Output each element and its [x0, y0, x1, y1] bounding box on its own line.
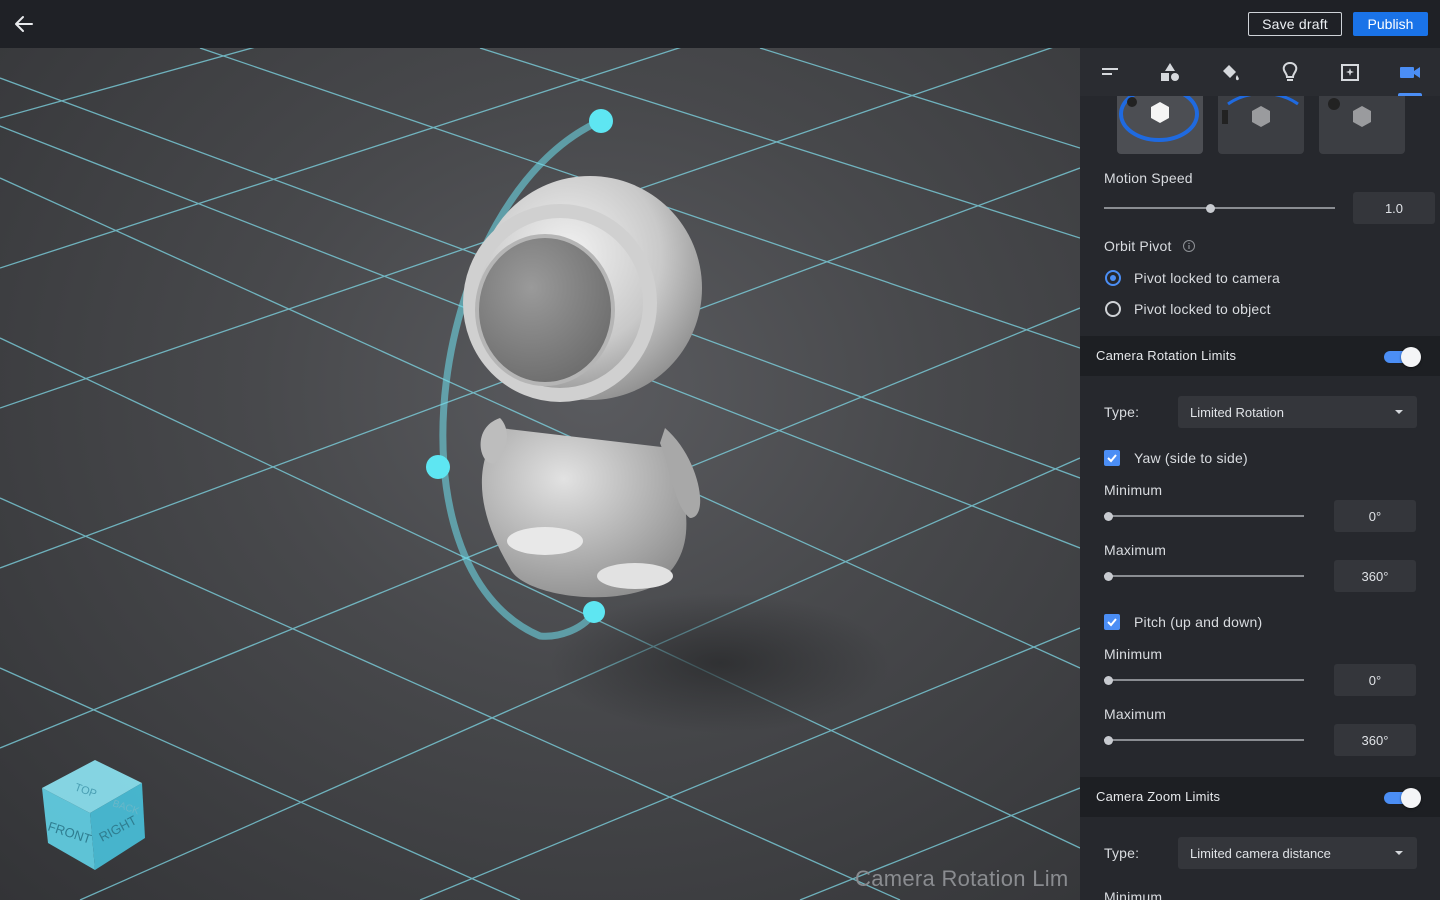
- pitch-max-label: Maximum: [1104, 706, 1167, 722]
- motion-speed-slider[interactable]: [1104, 203, 1335, 213]
- orbit-preset[interactable]: [1117, 96, 1203, 154]
- zoom-min-label: Minimum: [1104, 889, 1163, 900]
- light-bulb-icon: [1282, 61, 1298, 81]
- yaw-min-slider[interactable]: [1104, 511, 1304, 521]
- pitch-max-slider[interactable]: [1104, 735, 1304, 745]
- yaw-min-input[interactable]: 0°: [1334, 500, 1416, 532]
- slider-knob[interactable]: [1104, 571, 1113, 581]
- yaw-min-label: Minimum: [1104, 482, 1163, 498]
- rotation-limits-header: Camera Rotation Limits: [1080, 336, 1440, 376]
- slider-knob[interactable]: [1104, 675, 1113, 685]
- slider-knob[interactable]: [1104, 511, 1113, 521]
- paint-bucket-icon: [1223, 65, 1239, 81]
- pitch-max-input[interactable]: 360°: [1334, 724, 1416, 756]
- 3d-viewport[interactable]: TOP FRONT RIGHT BACK Camera Rotation Lim: [0, 48, 1080, 900]
- slider-knob[interactable]: [1206, 203, 1215, 213]
- yaw-max-slider[interactable]: [1104, 571, 1304, 581]
- zoom-limits-header: Camera Zoom Limits: [1080, 777, 1440, 817]
- zoom-limits-toggle[interactable]: [1384, 787, 1422, 808]
- zoom-type-select[interactable]: Limited camera distance: [1178, 837, 1417, 869]
- orbit-handle-top[interactable]: [589, 109, 613, 133]
- pitch-checkbox[interactable]: [1104, 614, 1120, 630]
- zoom-type-label: Type:: [1104, 845, 1140, 861]
- check-icon: [1107, 454, 1117, 463]
- camera-settings-panel: Motion Speed 1.0 Orbit Pivot Pivot locke…: [1080, 48, 1440, 900]
- pivot-object-label: Pivot locked to object: [1134, 301, 1271, 317]
- tab-camera[interactable]: [1380, 48, 1440, 96]
- chevron-down-icon: [1395, 410, 1403, 414]
- yaw-label: Yaw (side to side): [1134, 450, 1248, 466]
- check-icon: [1107, 618, 1117, 627]
- chevron-down-icon: [1395, 851, 1403, 855]
- yaw-max-label: Maximum: [1104, 542, 1167, 558]
- fly-preset[interactable]: [1218, 96, 1304, 154]
- top-bar: Save draft Publish: [0, 0, 1440, 48]
- orbit-handle-bottom[interactable]: [583, 601, 605, 623]
- tab-materials[interactable]: [1200, 48, 1260, 96]
- zoom-type-value: Limited camera distance: [1190, 845, 1331, 861]
- pivot-camera-radio[interactable]: [1105, 270, 1121, 286]
- orbit-pivot-label: Orbit Pivot: [1104, 238, 1172, 254]
- orbit-handle-middle[interactable]: [426, 455, 450, 479]
- pitch-min-label: Minimum: [1104, 646, 1163, 662]
- pivot-camera-label: Pivot locked to camera: [1134, 270, 1281, 286]
- info-icon[interactable]: [1182, 239, 1196, 253]
- save-draft-button[interactable]: Save draft: [1248, 12, 1342, 36]
- scene-canvas: TOP FRONT RIGHT BACK: [0, 48, 1080, 900]
- rotation-limits-title: Camera Rotation Limits: [1096, 348, 1237, 363]
- tab-scene[interactable]: [1140, 48, 1200, 96]
- tab-general[interactable]: [1080, 48, 1140, 96]
- post-processing-icon: [1341, 64, 1359, 81]
- watermark-text: Camera Rotation Lim: [855, 866, 1069, 891]
- shapes-icon: [1161, 63, 1179, 81]
- general-settings-icon: [1102, 68, 1118, 75]
- yaw-checkbox[interactable]: [1104, 450, 1120, 466]
- motion-presets: [1117, 96, 1405, 154]
- rotation-limits-toggle[interactable]: [1384, 346, 1422, 367]
- yaw-max-input[interactable]: 360°: [1334, 560, 1416, 592]
- pitch-label: Pitch (up and down): [1134, 614, 1263, 630]
- slider-knob[interactable]: [1104, 735, 1113, 745]
- video-camera-icon: [1400, 67, 1420, 78]
- publish-button[interactable]: Publish: [1353, 12, 1428, 36]
- rotation-type-label: Type:: [1104, 404, 1140, 420]
- panel-tab-bar: [1080, 48, 1440, 96]
- motion-speed-label: Motion Speed: [1104, 170, 1193, 186]
- tab-post-processing[interactable]: [1320, 48, 1380, 96]
- rotation-type-select[interactable]: Limited Rotation: [1178, 396, 1417, 428]
- rotation-type-value: Limited Rotation: [1190, 404, 1284, 420]
- view-cube[interactable]: TOP FRONT RIGHT BACK: [42, 760, 145, 870]
- pitch-min-input[interactable]: 0°: [1334, 664, 1416, 696]
- zoom-limits-title: Camera Zoom Limits: [1096, 789, 1221, 804]
- motion-speed-input[interactable]: 1.0: [1353, 192, 1435, 224]
- arrow-left-icon[interactable]: [12, 12, 36, 36]
- first-person-preset[interactable]: [1319, 96, 1405, 154]
- pitch-min-slider[interactable]: [1104, 675, 1304, 685]
- pivot-object-radio[interactable]: [1105, 301, 1121, 317]
- tab-lighting[interactable]: [1260, 48, 1320, 96]
